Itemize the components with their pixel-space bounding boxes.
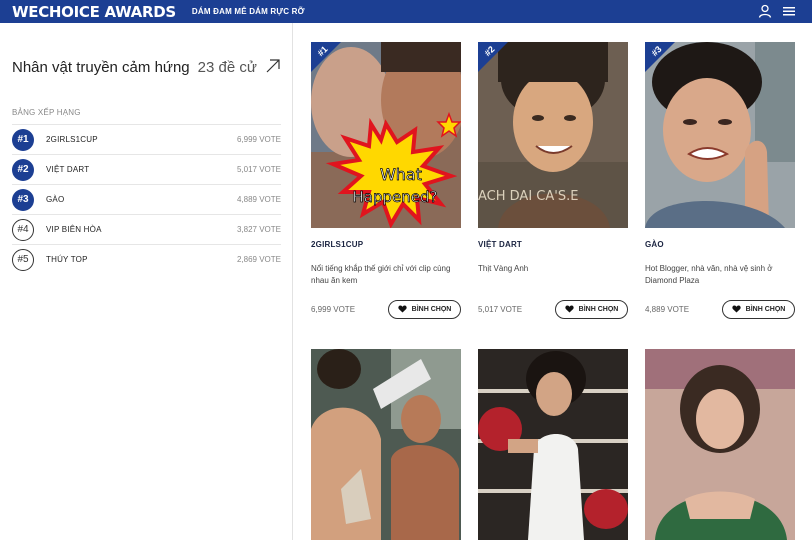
nominee-card[interactable] bbox=[645, 349, 795, 540]
top-bar: WECHOICE AWARDS DÁM ĐAM MÊ DÁM RỰC RỠ bbox=[0, 0, 812, 23]
nominee-photo[interactable] bbox=[311, 349, 461, 540]
rank-badge: #4 bbox=[12, 218, 34, 241]
ranking-votes: 6,999 VOTE bbox=[236, 135, 281, 144]
ranking-row[interactable]: #2 VIỆT DART 5,017 VOTE bbox=[12, 154, 281, 184]
heart-icon bbox=[732, 305, 741, 313]
nominee-card[interactable]: ACH DAI CA'S.E #2 VIỆT DART Thịt Vàng An… bbox=[478, 42, 628, 319]
vote-button-label: BÌNH CHỌN bbox=[745, 305, 786, 313]
nominee-name[interactable]: VIỆT DART bbox=[478, 240, 628, 249]
ranking-list: #1 2GIRLS1CUP 6,999 VOTE #2 VIỆT DART 5,… bbox=[12, 124, 281, 274]
thumb-watermark: ACH DAI CA'S.E bbox=[478, 189, 578, 204]
ranking-name: 2GIRLS1CUP bbox=[46, 135, 98, 144]
nominee-votes: 6,999 VOTE bbox=[311, 304, 356, 314]
user-icon[interactable] bbox=[758, 4, 772, 18]
nominee-count: 23 đề cử bbox=[197, 59, 257, 76]
rank-badge: #3 bbox=[12, 188, 34, 211]
nominee-card[interactable] bbox=[311, 349, 461, 540]
vote-button[interactable]: BÌNH CHỌN bbox=[722, 299, 795, 319]
ranking-label: BẢNG XẾP HẠNG bbox=[12, 108, 81, 117]
vote-button-label: BÌNH CHỌN bbox=[411, 305, 452, 313]
arrow-up-right-icon[interactable] bbox=[265, 58, 281, 74]
nominee-votes: 5,017 VOTE bbox=[478, 304, 523, 314]
rank-badge: #2 bbox=[12, 158, 34, 181]
ranking-row[interactable]: #5 THÚY TOP 2,869 VOTE bbox=[12, 244, 281, 274]
nominee-name[interactable]: 2GIRLS1CUP bbox=[311, 240, 461, 249]
ranking-name: GÀO bbox=[46, 195, 65, 204]
ranking-votes: 4,889 VOTE bbox=[236, 195, 281, 204]
nominee-photo[interactable]: ACH DAI CA'S.E #2 bbox=[478, 42, 628, 228]
ranking-row[interactable]: #1 2GIRLS1CUP 6,999 VOTE bbox=[12, 124, 281, 154]
category-title: Nhân vật truyền cảm hứng bbox=[12, 59, 190, 76]
nominee-name[interactable]: GÀO bbox=[645, 240, 795, 249]
ranking-row[interactable]: #4 VIP BIÊN HÒA 3,827 VOTE bbox=[12, 214, 281, 244]
nominee-photo[interactable] bbox=[645, 349, 795, 540]
ranking-name: VIỆT DART bbox=[46, 165, 90, 174]
thumb-caption: What bbox=[380, 165, 422, 184]
nominee-card[interactable]: What Happened? #1 2GIRLS1CUP Nổi tiếng k… bbox=[311, 42, 461, 319]
nominee-card[interactable]: #3 GÀO Hot Blogger, nhà văn, nhà vệ sinh… bbox=[645, 42, 795, 319]
rank-badge: #1 bbox=[12, 128, 34, 151]
site-slogan: DÁM ĐAM MÊ DÁM RỰC RỠ bbox=[191, 7, 305, 16]
nominee-description: Nổi tiếng khắp thế giới chỉ với clip cùn… bbox=[311, 264, 451, 285]
nominee-description: Thịt Vàng Anh bbox=[478, 264, 529, 273]
vote-button[interactable]: BÌNH CHỌN bbox=[388, 299, 461, 319]
ranking-name: VIP BIÊN HÒA bbox=[46, 225, 102, 234]
vote-button[interactable]: BÌNH CHỌN bbox=[555, 299, 628, 319]
vote-button-label: BÌNH CHỌN bbox=[578, 305, 619, 313]
nominee-photo[interactable]: What Happened? #1 bbox=[311, 42, 461, 228]
nominee-card[interactable] bbox=[478, 349, 628, 540]
heart-icon bbox=[565, 305, 574, 313]
rank-badge: #5 bbox=[12, 248, 34, 271]
ranking-votes: 5,017 VOTE bbox=[236, 165, 281, 174]
ranking-votes: 3,827 VOTE bbox=[236, 225, 281, 234]
nominee-photo[interactable]: #3 bbox=[645, 42, 795, 228]
menu-icon[interactable] bbox=[782, 4, 796, 18]
heart-icon bbox=[398, 305, 407, 313]
nominee-votes: 4,889 VOTE bbox=[645, 304, 690, 314]
ranking-row[interactable]: #3 GÀO 4,889 VOTE bbox=[12, 184, 281, 214]
nominee-description: Hot Blogger, nhà văn, nhà vệ sinh ở Diam… bbox=[645, 264, 773, 285]
ranking-name: THÚY TOP bbox=[46, 255, 88, 264]
thumb-caption: Happened? bbox=[353, 188, 438, 206]
ranking-votes: 2,869 VOTE bbox=[236, 255, 281, 264]
nominee-photo[interactable] bbox=[478, 349, 628, 540]
sidebar: Nhân vật truyền cảm hứng 23 đề cử BẢNG X… bbox=[0, 23, 293, 540]
site-logo[interactable]: WECHOICE AWARDS bbox=[12, 3, 176, 21]
